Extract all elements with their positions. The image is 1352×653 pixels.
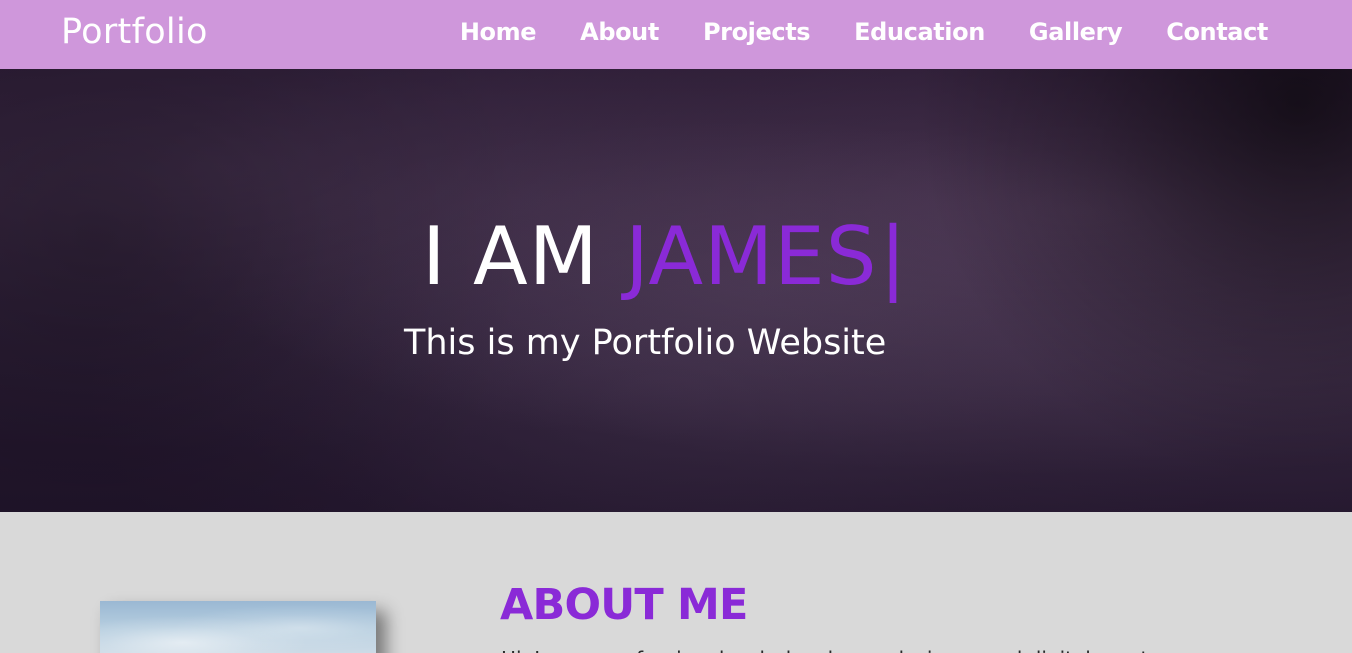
hero-subtitle: This is my Portfolio Website (404, 323, 887, 363)
nav-education-link[interactable]: Education (854, 14, 985, 50)
about-text: Hi, I am a professional web developer, d… (501, 644, 1169, 653)
hero-title: I AM JAMES| (422, 207, 907, 307)
top-navbar: Portfolio Home About Projects Education … (0, 0, 1352, 69)
main-navigation: Home About Projects Education Gallery Co… (460, 14, 1269, 50)
about-image (100, 601, 376, 653)
about-title: ABOUT ME (500, 580, 748, 630)
nav-contact-link[interactable]: Contact (1166, 14, 1268, 50)
nav-about-link[interactable]: About (580, 14, 659, 50)
hero-name: JAMES (625, 210, 878, 303)
hero-banner: I AM JAMES| This is my Portfolio Website (0, 69, 1352, 512)
hero-title-prefix: I AM (422, 210, 626, 303)
nav-gallery-link[interactable]: Gallery (1029, 14, 1123, 50)
typing-caret: | (879, 210, 908, 303)
nav-projects-link[interactable]: Projects (703, 14, 811, 50)
about-section: ABOUT ME Hi, I am a professional web dev… (0, 512, 1352, 653)
brand-link[interactable]: Portfolio (61, 8, 208, 56)
nav-home-link[interactable]: Home (460, 14, 537, 50)
